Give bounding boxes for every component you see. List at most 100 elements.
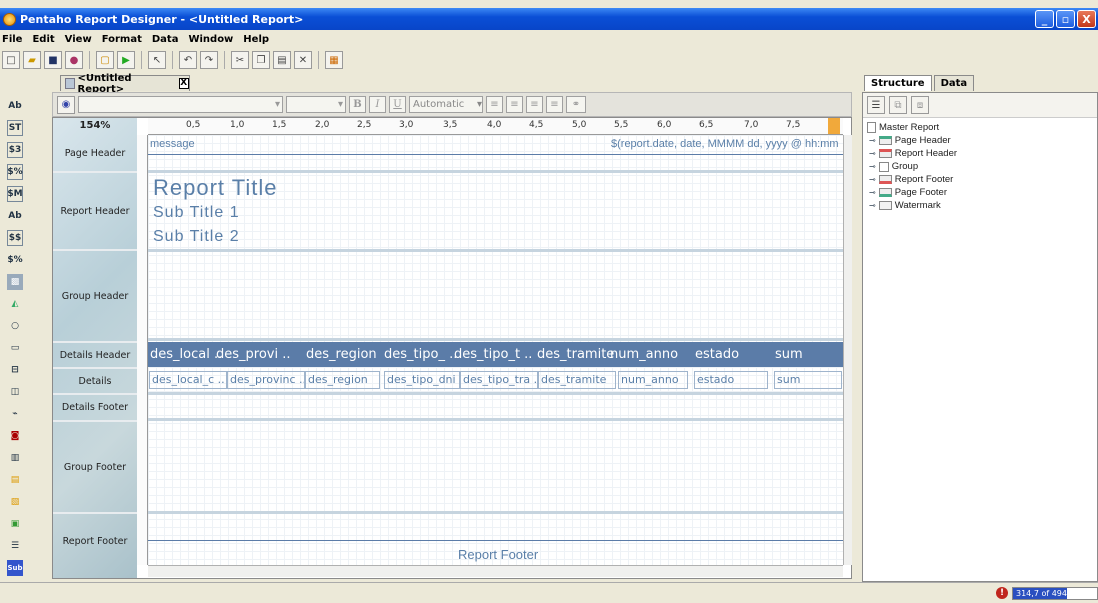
detail-header-cell[interactable]: des_provi .. xyxy=(216,347,291,362)
tree-item-report-footer[interactable]: ⊸ Report Footer xyxy=(867,173,1097,186)
menu-data[interactable]: Data xyxy=(152,34,179,45)
detail-header-cell[interactable]: sum xyxy=(775,347,803,362)
new-icon[interactable]: □ xyxy=(2,51,20,69)
report-subtitle-1[interactable]: Sub Title 1 xyxy=(153,204,240,222)
band-details-footer[interactable]: Details Footer xyxy=(53,395,137,422)
tree-item-page-footer[interactable]: ⊸ Page Footer xyxy=(867,186,1097,199)
sub-band-icon[interactable]: Sub xyxy=(7,560,23,576)
menu-window[interactable]: Window xyxy=(188,34,233,45)
horizontal-scrollbar[interactable] xyxy=(148,565,843,577)
detail-header-cell[interactable]: des_tipo_t .. xyxy=(454,347,532,362)
font-size-select[interactable]: ▾ xyxy=(286,96,346,113)
save-icon[interactable]: ■ xyxy=(44,51,62,69)
label-element-icon[interactable]: Ab xyxy=(7,98,23,114)
tree-item-report-header[interactable]: ⊸ Report Header xyxy=(867,147,1097,160)
minimize-button[interactable]: _ xyxy=(1035,10,1054,28)
cut-icon[interactable]: ✂ xyxy=(231,51,249,69)
font-family-select[interactable]: ▾ xyxy=(78,96,283,113)
link-button[interactable]: ⚭ xyxy=(566,96,586,113)
paste-icon[interactable]: ▤ xyxy=(273,51,291,69)
string-field-icon[interactable]: ST xyxy=(7,120,23,136)
band-report-footer[interactable]: Report Footer xyxy=(53,514,137,568)
band-group-header[interactable]: Group Header xyxy=(53,251,137,343)
report-canvas[interactable]: message $(report.date, date, MMMM dd, yy… xyxy=(148,135,843,565)
detail-field[interactable]: des_tramite xyxy=(538,371,616,389)
undo-icon[interactable]: ↶ xyxy=(179,51,197,69)
copy-icon[interactable]: ❐ xyxy=(252,51,270,69)
band-details-header[interactable]: Details Header xyxy=(53,343,137,369)
number-field-icon[interactable]: $3 xyxy=(7,142,23,158)
detail-header-cell[interactable]: des_tramite xyxy=(537,347,614,362)
detail-field[interactable]: sum xyxy=(774,371,842,389)
message-field[interactable]: message xyxy=(150,138,195,150)
bold-button[interactable]: B xyxy=(349,96,366,113)
run-icon[interactable]: ▶ xyxy=(117,51,135,69)
remove-group-icon[interactable]: ⧈ xyxy=(911,96,929,114)
tree-item-page-header[interactable]: ⊸ Page Header xyxy=(867,134,1097,147)
align-right-button[interactable]: ≡ xyxy=(526,96,543,113)
memory-indicator[interactable]: 314,7 of 494,9 MB xyxy=(1012,587,1098,600)
add-group-icon[interactable]: ⧉ xyxy=(889,96,907,114)
date-field[interactable]: $(report.date, date, MMMM dd, yyyy @ hh:… xyxy=(611,138,841,150)
subreport-icon[interactable]: ▧ xyxy=(7,494,23,510)
eye-icon[interactable]: ◉ xyxy=(57,95,75,114)
delete-icon[interactable]: ✕ xyxy=(294,51,312,69)
redo-icon[interactable]: ↷ xyxy=(200,51,218,69)
band-details[interactable]: Details xyxy=(53,369,137,395)
tree-item-group[interactable]: ⊸ Group xyxy=(867,160,1097,173)
tab-untitled-report[interactable]: <Untitled Report> X xyxy=(60,73,190,95)
warning-icon[interactable]: ! xyxy=(996,587,1008,599)
close-button[interactable]: X xyxy=(1077,10,1096,28)
menu-file[interactable]: File xyxy=(2,34,22,45)
detail-header-cell[interactable]: des_region xyxy=(306,347,377,362)
menu-view[interactable]: View xyxy=(65,34,92,45)
menu-help[interactable]: Help xyxy=(243,34,269,45)
barcode-icon[interactable]: ▥ xyxy=(7,450,23,466)
layout-icon[interactable]: ▦ xyxy=(325,51,343,69)
chart-subreport-icon[interactable]: ▣ xyxy=(7,516,23,532)
band-icon[interactable]: ⊟ xyxy=(7,362,23,378)
align-left-button[interactable]: ≡ xyxy=(486,96,503,113)
table-icon[interactable]: ◫ xyxy=(7,384,23,400)
detail-field[interactable]: des_local_c .. xyxy=(149,371,227,389)
rectangle-icon[interactable]: ▭ xyxy=(7,340,23,356)
publish-icon[interactable]: ● xyxy=(65,51,83,69)
menu-format[interactable]: Format xyxy=(102,34,142,45)
detail-field[interactable]: des_tipo_tra .. xyxy=(460,371,538,389)
italic-button[interactable]: I xyxy=(369,96,386,113)
resource-field-icon[interactable]: $$ xyxy=(7,230,23,246)
open-icon[interactable]: ▰ xyxy=(23,51,41,69)
stop-icon[interactable]: ▢ xyxy=(96,51,114,69)
band-page-header[interactable]: Page Header xyxy=(53,135,137,173)
report-footer-label[interactable]: Report Footer xyxy=(458,547,538,562)
ellipse-icon[interactable]: ○ xyxy=(7,318,23,334)
sparkline-icon[interactable]: ▤ xyxy=(7,472,23,488)
align-justify-button[interactable]: ≡ xyxy=(546,96,563,113)
select-icon[interactable]: ↖ xyxy=(148,51,166,69)
detail-header-cell[interactable]: num_anno xyxy=(610,347,678,362)
detail-field[interactable]: des_provinc .. xyxy=(227,371,305,389)
tab-close-icon[interactable]: X xyxy=(178,78,189,89)
resource-label-icon[interactable]: Ab xyxy=(7,208,23,224)
zoom-level[interactable]: 154% xyxy=(53,118,137,135)
detail-field[interactable]: num_anno xyxy=(618,371,688,389)
report-title[interactable]: Report Title xyxy=(153,175,278,201)
band-group-footer[interactable]: Group Footer xyxy=(53,422,137,514)
maximize-button[interactable]: ▫ xyxy=(1056,10,1075,28)
line-icon[interactable]: ⌁ xyxy=(7,406,23,422)
align-center-button[interactable]: ≡ xyxy=(506,96,523,113)
tab-structure[interactable]: Structure xyxy=(864,75,932,91)
detail-header-cell[interactable]: des_local .. xyxy=(150,347,222,362)
tree-item-watermark[interactable]: ⊸ Watermark xyxy=(867,199,1097,212)
detail-header-cell[interactable]: des_tipo_ .. xyxy=(384,347,457,362)
tab-data[interactable]: Data xyxy=(933,75,975,91)
report-subtitle-2[interactable]: Sub Title 2 xyxy=(153,228,240,246)
sort-icon[interactable]: ☰ xyxy=(867,96,885,114)
image-field-icon[interactable]: $% xyxy=(7,252,23,268)
vertical-scrollbar[interactable] xyxy=(843,135,852,565)
detail-field[interactable]: des_tipo_dni xyxy=(384,371,460,389)
message-field-icon[interactable]: $M xyxy=(7,186,23,202)
image-icon[interactable]: ▩ xyxy=(7,274,23,290)
detail-header-cell[interactable]: estado xyxy=(695,347,739,362)
horizontal-line-icon[interactable]: ☰ xyxy=(7,538,23,554)
